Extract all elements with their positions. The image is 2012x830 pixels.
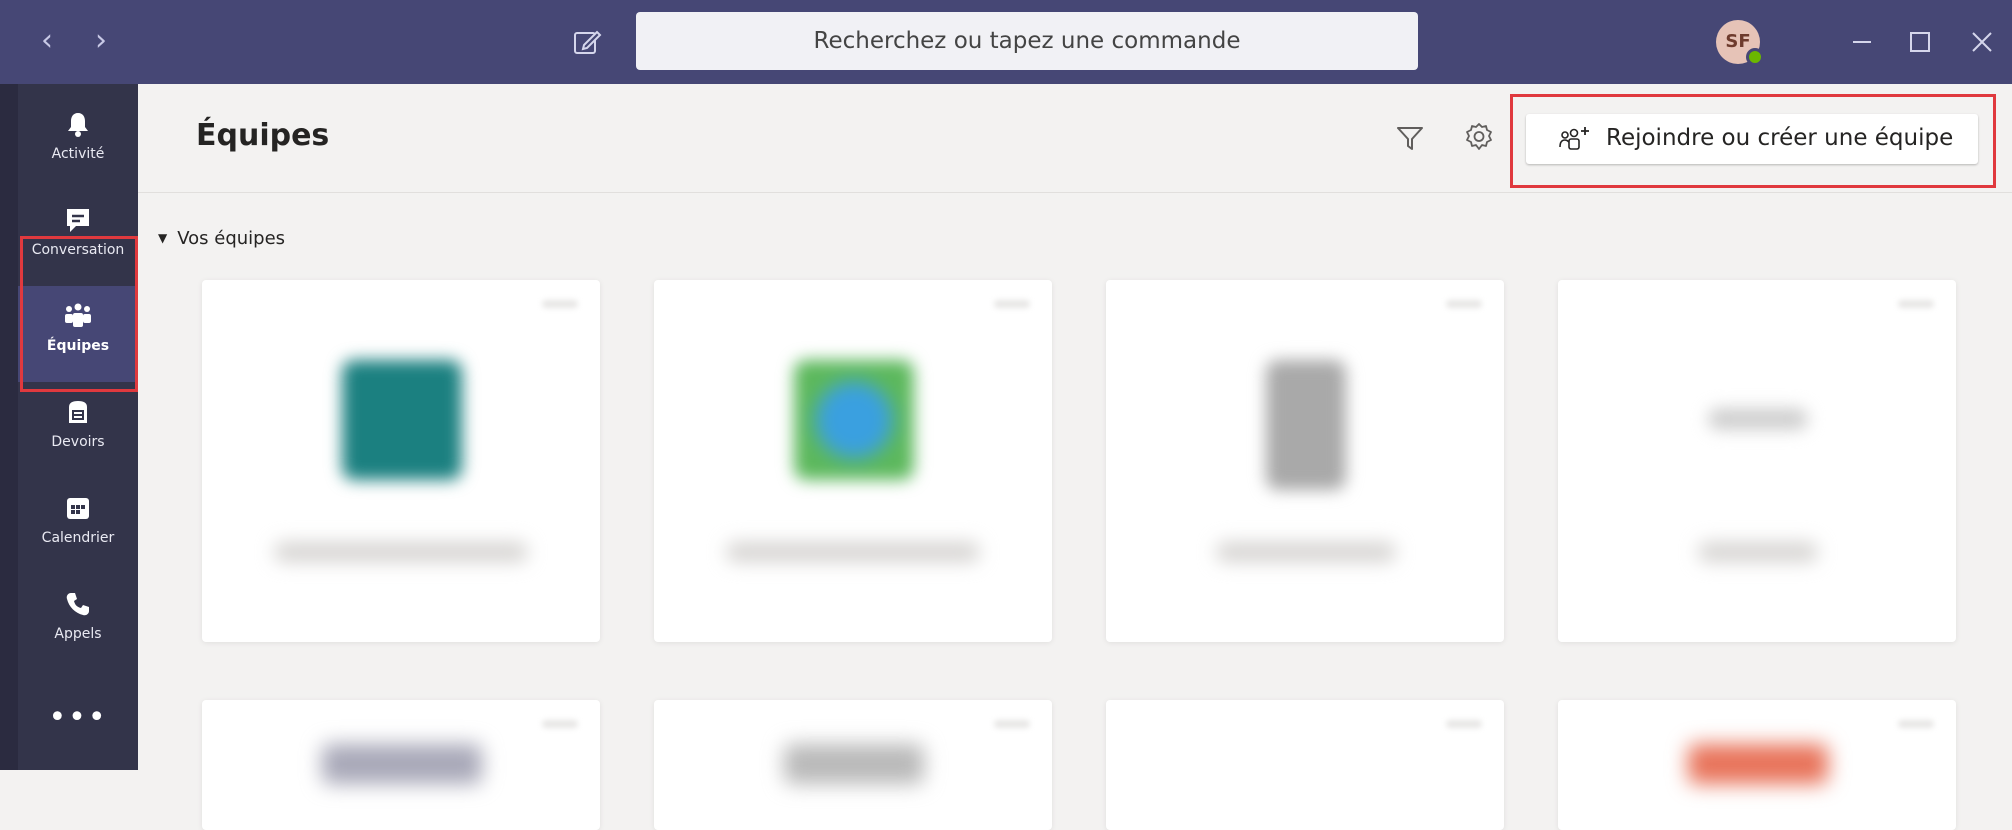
team-card[interactable] <box>202 700 600 830</box>
avatar[interactable]: SF <box>1716 20 1764 66</box>
rail-item-label: Conversation <box>31 242 125 258</box>
app-rail: Activité Conversation Équipes Devoirs Ca… <box>0 84 138 770</box>
minimize-icon[interactable] <box>1842 22 1882 62</box>
team-avatar <box>794 360 914 480</box>
team-card[interactable] <box>1558 700 1956 830</box>
calendar-icon <box>64 494 92 522</box>
rail-item-label: Appels <box>54 626 102 642</box>
more-options-icon[interactable] <box>1446 300 1482 308</box>
rail-item-calendar[interactable]: Calendrier <box>18 478 138 574</box>
team-card[interactable] <box>1106 280 1504 642</box>
section-label: Vos équipes <box>177 228 286 249</box>
assignments-icon <box>64 398 92 426</box>
team-card[interactable] <box>202 280 600 642</box>
add-team-icon <box>1558 125 1592 153</box>
caret-down-icon: ▼ <box>158 231 168 245</box>
search-input[interactable]: Recherchez ou tapez une commande <box>636 12 1418 70</box>
rail-edge <box>0 84 18 770</box>
team-card[interactable] <box>654 700 1052 830</box>
team-name-blurred <box>274 542 528 562</box>
presence-status-icon <box>1746 48 1764 66</box>
rail-item-activity[interactable]: Activité <box>18 94 138 190</box>
more-options-icon[interactable] <box>542 720 578 728</box>
join-or-create-team-button[interactable]: Rejoindre ou créer une équipe <box>1526 114 1978 164</box>
team-avatar <box>322 744 482 784</box>
maximize-icon[interactable] <box>1900 22 1940 62</box>
gear-icon[interactable] <box>1462 120 1496 154</box>
more-options-icon[interactable] <box>1898 720 1934 728</box>
team-avatar <box>1708 408 1808 430</box>
more-options-icon[interactable] <box>994 720 1030 728</box>
more-options-icon[interactable] <box>1446 720 1482 728</box>
close-icon[interactable] <box>1962 22 2002 62</box>
team-card[interactable] <box>654 280 1052 642</box>
phone-icon <box>64 590 92 618</box>
team-card[interactable] <box>1106 700 1504 830</box>
rail-item-label: Activité <box>51 146 105 162</box>
page-title: Équipes <box>196 118 330 153</box>
teams-icon <box>64 302 92 330</box>
rail-item-label: Calendrier <box>41 530 115 546</box>
rail-item-label: Équipes <box>46 338 110 354</box>
compose-icon[interactable] <box>570 25 604 59</box>
your-teams-section-toggle[interactable]: ▼ Vos équipes <box>158 228 285 249</box>
team-avatar <box>784 744 924 784</box>
avatar-initials: SF <box>1725 31 1751 52</box>
chat-icon <box>64 206 92 234</box>
more-options-icon[interactable] <box>542 300 578 308</box>
team-card[interactable] <box>1558 280 1956 642</box>
team-avatar <box>1266 360 1346 490</box>
team-name-blurred <box>1216 542 1396 562</box>
team-name-blurred <box>726 542 980 562</box>
page-header: Équipes Rejoindre ou créer une équipe <box>138 84 2012 193</box>
filter-icon[interactable] <box>1394 122 1426 154</box>
rail-item-assignments[interactable]: Devoirs <box>18 382 138 478</box>
team-avatar <box>1688 744 1828 784</box>
back-arrow-icon[interactable]: ‹ <box>30 24 64 58</box>
team-name-blurred <box>1698 542 1818 562</box>
rail-item-calls[interactable]: Appels <box>18 574 138 670</box>
rail-item-label: Devoirs <box>51 434 105 450</box>
rail-item-conversation[interactable]: Conversation <box>18 190 138 286</box>
more-options-icon[interactable] <box>994 300 1030 308</box>
bell-icon <box>64 110 92 138</box>
team-avatar <box>342 360 462 480</box>
title-bar: ‹ › Recherchez ou tapez une commande SF <box>0 0 2012 84</box>
more-options-icon[interactable] <box>1898 300 1934 308</box>
join-button-label: Rejoindre ou créer une équipe <box>1606 125 1954 151</box>
rail-item-teams[interactable]: Équipes <box>18 286 138 382</box>
forward-arrow-icon[interactable]: › <box>84 24 118 58</box>
more-apps-button[interactable]: ••• <box>18 698 138 758</box>
